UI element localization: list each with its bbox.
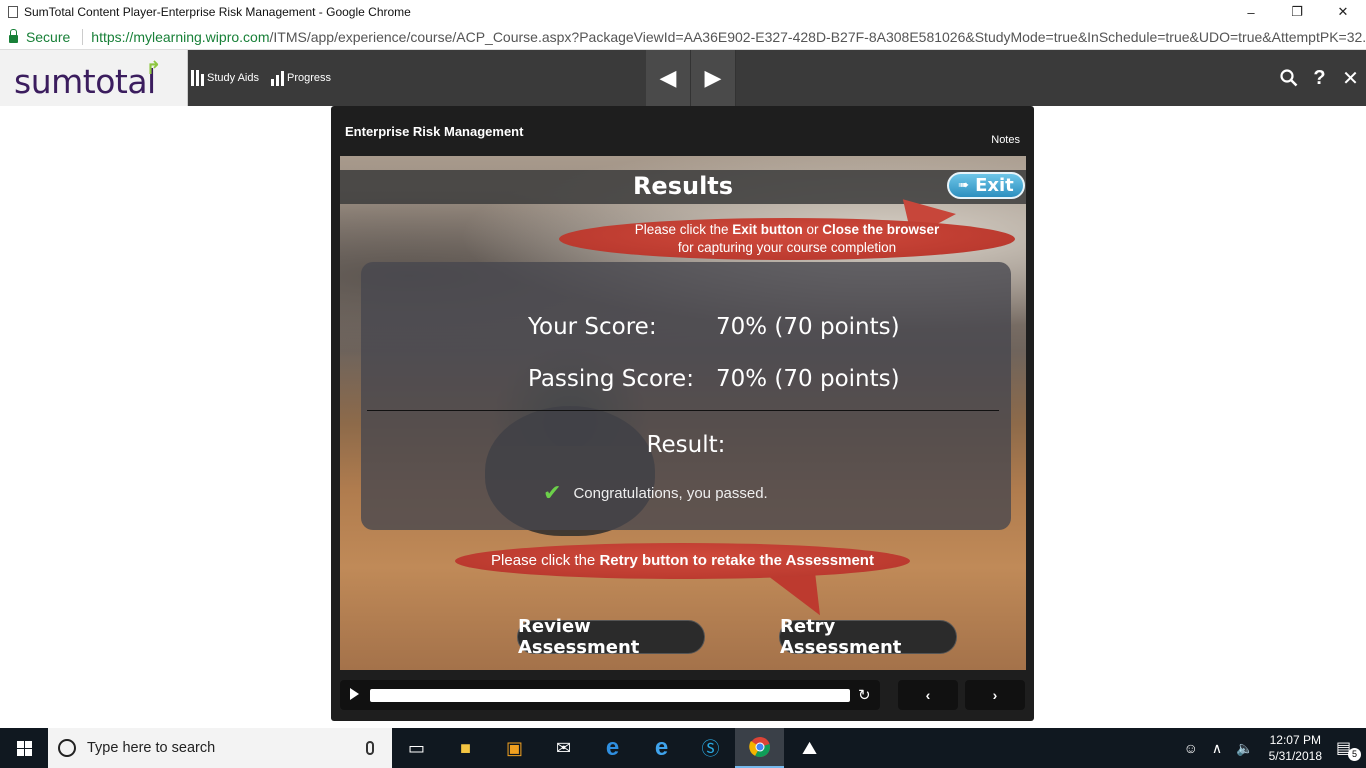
page-nav: ◀ ▶ [646,50,736,106]
restore-button[interactable]: ❐ [1274,0,1320,24]
bar-chart-icon [271,70,284,86]
edge-icon[interactable]: e [588,728,637,768]
skype-icon[interactable]: Ⓢ [686,728,735,768]
cortana-icon [58,739,76,757]
score-divider [367,410,999,411]
task-view-icon[interactable]: ▭ [392,728,441,768]
progress-label: Progress [287,72,332,84]
store-icon[interactable]: ▣ [490,728,539,768]
app-toolbar: sumtotal ↱ Study Aids Progress ◀ ▶ ? ✕ [0,50,1366,106]
next-slide-button[interactable]: › [965,680,1025,710]
player-controls: ↻ ‹ › [340,680,1026,712]
exit-button[interactable]: ➠ Exit [947,172,1025,199]
address-bar[interactable]: Secure https://mylearning.wipro.com /ITM… [0,24,1366,50]
seek-container: ↻ [340,680,880,710]
url-host[interactable]: https://mylearning.wipro.com [91,29,269,45]
close-window-button[interactable]: ✕ [1320,0,1366,24]
callout-text-prefix: Please click the [634,222,733,237]
review-assessment-button[interactable]: Review Assessment [517,616,705,658]
previous-page-button[interactable]: ◀ [646,50,691,106]
url-path[interactable]: /ITMS/app/experience/course/ACP_Course.a… [269,29,1366,45]
browser-title-bar: SumTotal Content Player-Enterprise Risk … [0,0,1366,24]
callout-text-mid: or [802,222,823,237]
people-icon[interactable]: ☺ [1184,740,1198,756]
taskbar-search[interactable]: Type here to search [48,728,392,768]
mail-icon[interactable]: ✉ [539,728,588,768]
clock-date: 5/31/2018 [1268,749,1322,763]
secure-label: Secure [25,28,71,45]
notification-count: 5 [1348,748,1361,761]
action-center-icon[interactable]: ▤ 5 [1336,738,1366,761]
retry-callout-bold: Retry button to retake the Assessment [599,552,874,569]
volume-icon[interactable]: 🔈 [1236,740,1253,757]
toolbar-right-icons: ? ✕ [1273,50,1366,106]
score-panel: Your Score: 70% (70 points) Passing Scor… [361,262,1011,530]
result-message: Congratulations, you passed. [573,484,768,502]
minimize-button[interactable]: – [1228,0,1274,24]
chrome-icon[interactable] [735,728,784,768]
play-icon[interactable] [350,688,359,700]
result-label: Result: [646,432,726,458]
search-icon[interactable] [1273,50,1304,106]
notes-link[interactable]: Notes [991,134,1020,146]
file-explorer-icon[interactable]: ■ [441,728,490,768]
passing-score-value: 70% (70 points) [716,366,900,392]
course-title: Enterprise Risk Management [345,124,524,139]
lock-icon [9,28,18,43]
windows-logo-icon [16,740,32,756]
next-page-button[interactable]: ▶ [691,50,736,106]
internet-explorer-icon[interactable]: e [637,728,686,768]
page-icon [8,6,18,18]
study-aids-label: Study Aids [207,72,259,84]
callout-close-bold: Close the browser [822,222,940,237]
retry-assessment-button[interactable]: Retry Assessment [779,616,957,658]
system-tray: ☺ ∧ 🔈 12:07 PM 5/31/2018 ▤ 5 [1177,728,1366,768]
retry-callout-prefix: Please click the [491,552,600,569]
windows-taskbar: Type here to search ▭ ■ ▣ ✉ e e Ⓢ ⛰ ☺ ∧ … [0,728,1366,768]
photos-icon[interactable]: ⛰ [785,728,834,768]
progress-button[interactable]: Progress [271,50,331,106]
logo-text: sumtotal [14,62,156,101]
checkmark-icon: ✔ [543,480,562,505]
exit-arrow-icon: ➠ [958,178,970,193]
content-player: Enterprise Risk Management Notes Results… [331,106,1034,721]
logo-mark-icon: ↱ [146,58,162,78]
callout-text-line2: for capturing your course completion [677,240,897,255]
replay-icon[interactable]: ↻ [858,686,871,704]
result-message-row: ✔ Congratulations, you passed. [543,480,768,506]
books-icon [191,70,204,86]
exit-instruction-callout: Please click the Exit button or Close th… [559,218,1015,260]
study-aids-button[interactable]: Study Aids [191,50,259,106]
start-button[interactable] [0,728,48,768]
sumtotal-logo: sumtotal ↱ [0,50,188,106]
passing-score-label: Passing Score: [528,366,694,392]
your-score-label: Your Score: [528,314,657,340]
clock[interactable]: 12:07 PM 5/31/2018 [1269,732,1322,764]
close-player-icon[interactable]: ✕ [1335,50,1366,106]
taskbar-search-placeholder: Type here to search [87,740,216,756]
retry-instruction-callout: Please click the Retry button to retake … [455,543,910,579]
seek-bar[interactable] [370,689,850,702]
callout-exit-bold: Exit button [732,222,803,237]
help-icon[interactable]: ? [1304,50,1335,106]
chevron-up-icon[interactable]: ∧ [1212,740,1222,757]
slide-stage: Results ➠ Exit Please click the Exit but… [340,156,1026,670]
your-score-value: 70% (70 points) [716,314,900,340]
clock-time: 12:07 PM [1269,733,1321,747]
window-title: SumTotal Content Player-Enterprise Risk … [24,5,411,19]
address-separator [82,28,84,45]
previous-slide-button[interactable]: ‹ [898,680,958,710]
exit-label: Exit [975,175,1014,196]
microphone-icon[interactable] [366,741,374,755]
